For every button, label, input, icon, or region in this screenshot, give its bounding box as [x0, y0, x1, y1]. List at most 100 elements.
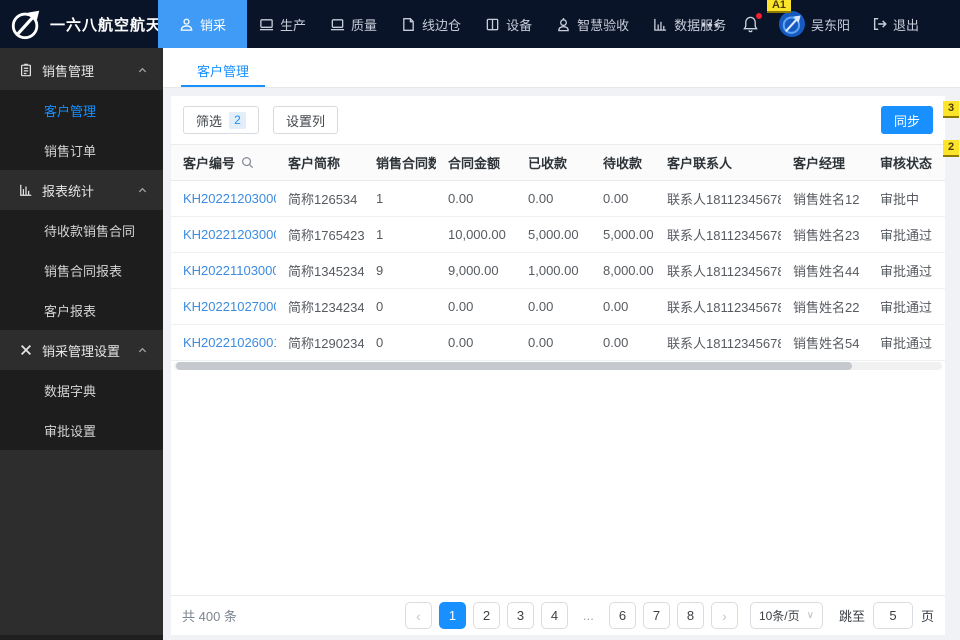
table-cell: 0.00 [591, 180, 655, 217]
column-header-inner: 已收款 [528, 153, 585, 172]
sync-button[interactable]: 同步 [880, 106, 933, 134]
jump-label: 跳至 [838, 609, 865, 624]
filter-count-badge: 2 [229, 111, 247, 129]
table-cell: 简称1234234 [276, 288, 364, 325]
customer-code-link[interactable]: KH202212030001 [183, 227, 276, 242]
customer-code-link[interactable]: KH202210270003 [183, 299, 276, 314]
table-cell: 销售姓名44 [781, 252, 868, 289]
customer-code-link[interactable]: KH202212030001 [183, 191, 276, 206]
column-header: 销售合同数 [364, 144, 436, 181]
jump-suffix-label: 页 [920, 609, 934, 624]
nav-item-quality[interactable]: 质量 [318, 0, 389, 48]
customer-code-cell: KH202212030001 [171, 216, 276, 253]
sidebar-item-receivable-sales-contracts[interactable]: 待收款销售合同 [0, 210, 163, 250]
user-name: 吴东阳 [810, 17, 850, 33]
filter-button[interactable]: 筛选 2 [183, 106, 260, 134]
page-button-7[interactable]: 7 [642, 602, 670, 629]
table-cell: 简称17654234 [276, 216, 364, 253]
sidebar-submenu-report-statistics: 待收款销售合同 销售合同报表 客户报表 [0, 210, 163, 330]
page-button-4[interactable]: 4 [540, 602, 568, 629]
nav-more-button[interactable]: ••• [691, 0, 731, 48]
brand-title: 一六八航空航天 [50, 16, 163, 34]
horizontal-scrollbar-thumb[interactable] [176, 362, 852, 370]
annotation-badge-3: 3 [943, 101, 959, 118]
sidebar-submenu-sales-management: 客户管理 销售订单 [0, 90, 163, 170]
sidebar-item-data-dictionary[interactable]: 数据字典 [0, 370, 163, 410]
clipboard-icon [19, 63, 33, 77]
column-header-label: 审核状态 [880, 156, 933, 171]
search-icon[interactable] [241, 156, 254, 169]
notification-bell-button[interactable] [731, 0, 770, 48]
customer-code-cell: KH202212030001 [171, 180, 276, 217]
sidebar-group-sales-purchase-settings[interactable]: 销采管理设置 [0, 330, 163, 370]
table-row: KH202211030004简称134523499,000.001,000.00… [171, 252, 945, 289]
logout-label: 退出 [892, 17, 919, 33]
sidebar-item-customer-management[interactable]: 客户管理 [0, 90, 163, 130]
column-header: 审核状态 [868, 144, 945, 181]
table-cell: 5,000.00 [516, 216, 591, 253]
nav-item-label: 线边仓 [422, 17, 462, 33]
table-cell: 0.00 [516, 180, 591, 217]
table-row: KH202210260017简称129023400.000.000.00联系人1… [171, 324, 945, 361]
column-header: 客户联系人 [655, 144, 781, 181]
nav-item-production[interactable]: 生产 [247, 0, 318, 48]
column-header-label: 客户联系人 [667, 156, 733, 171]
page-size-select[interactable]: 10条/页 ∨ [749, 602, 823, 629]
main-content: 客户管理 筛选 2 设置列 同步 客户编号 客户简称 销售合同数 合同金额 已收… [163, 48, 960, 640]
next-page-button[interactable]: › [710, 602, 738, 629]
table-cell: 销售姓名23 [781, 216, 868, 253]
column-header: 合同金额 [436, 144, 516, 181]
table-cell: 9 [364, 252, 436, 289]
bar-chart-icon [653, 17, 668, 32]
column-header: 客户经理 [781, 144, 868, 181]
person-icon [179, 17, 194, 32]
nav-item-lineside-warehouse[interactable]: 线边仓 [389, 0, 473, 48]
customer-code-link[interactable]: KH202210260017 [183, 335, 276, 350]
pagination-ellipsis: ... [574, 602, 602, 629]
table-cell: 销售姓名12 [781, 180, 868, 217]
pagination: ‹1234...678› 10条/页 ∨ 跳至 页 [404, 602, 934, 629]
tabbar: 客户管理 [163, 48, 960, 88]
customer-code-cell: KH202210270003 [171, 288, 276, 325]
nav-item-smart-acceptance[interactable]: 智慧验收 [544, 0, 641, 48]
nav-item-label: 生产 [280, 17, 307, 33]
annotation-badge-2: 2 [943, 140, 959, 157]
table-row: KH202212030001简称12653410.000.000.00联系人18… [171, 180, 945, 217]
histogram-icon [19, 183, 33, 197]
table-cell: 8,000.00 [591, 252, 655, 289]
page-button-1[interactable]: 1 [438, 602, 466, 629]
page-button-8[interactable]: 8 [676, 602, 704, 629]
table-cell: 5,000.00 [591, 216, 655, 253]
logout-button[interactable]: 退出 [859, 0, 932, 48]
page-button-2[interactable]: 2 [472, 602, 500, 629]
page-button-3[interactable]: 3 [506, 602, 534, 629]
tab-customer-management[interactable]: 客户管理 [181, 48, 266, 87]
sidebar-item-sales-orders[interactable]: 销售订单 [0, 130, 163, 170]
column-header: 已收款 [516, 144, 591, 181]
sidebar-group-sales-management[interactable]: 销售管理 [0, 50, 163, 90]
table-cell: 0 [364, 288, 436, 325]
customer-code-cell: KH202210260017 [171, 324, 276, 361]
prev-page-button[interactable]: ‹ [404, 602, 432, 629]
column-header-label: 客户简称 [288, 156, 341, 171]
sidebar-group-report-statistics[interactable]: 报表统计 [0, 170, 163, 210]
column-settings-button[interactable]: 设置列 [273, 106, 339, 134]
table-cell: 简称126534 [276, 180, 364, 217]
column-header-inner: 待收款 [603, 153, 649, 172]
column-header: 待收款 [591, 144, 655, 181]
sidebar-item-sales-contract-report[interactable]: 销售合同报表 [0, 250, 163, 290]
customer-code-link[interactable]: KH202211030004 [183, 263, 276, 278]
jump-to-page: 跳至 页 [839, 602, 934, 629]
page-button-6[interactable]: 6 [608, 602, 636, 629]
topbar: 一六八航空航天 销采 生产 质量 线边仓 设备 智慧验收 数据服务 ••• 吴东阳 [0, 0, 960, 48]
column-header: 客户编号 [171, 144, 276, 181]
jump-page-input[interactable] [872, 602, 913, 629]
sidebar-item-approval-settings[interactable]: 审批设置 [0, 410, 163, 450]
table-cell: 审批通过 [868, 288, 945, 325]
nav-item-equipment[interactable]: 设备 [473, 0, 544, 48]
sidebar-item-customer-report[interactable]: 客户报表 [0, 290, 163, 330]
sidebar: 销售管理 客户管理 销售订单 报表统计 待收款销售合同 销售合同报表 客户报表 销采管理设置数… [0, 48, 163, 640]
nav-item-sales[interactable]: 销采 [158, 0, 248, 48]
customer-table: 客户编号 客户简称 销售合同数 合同金额 已收款 待收款 客户联系人 客户经理 审核状态 KH2… [171, 144, 945, 361]
table-body: KH202212030001简称12653410.000.000.00联系人18… [171, 180, 945, 361]
